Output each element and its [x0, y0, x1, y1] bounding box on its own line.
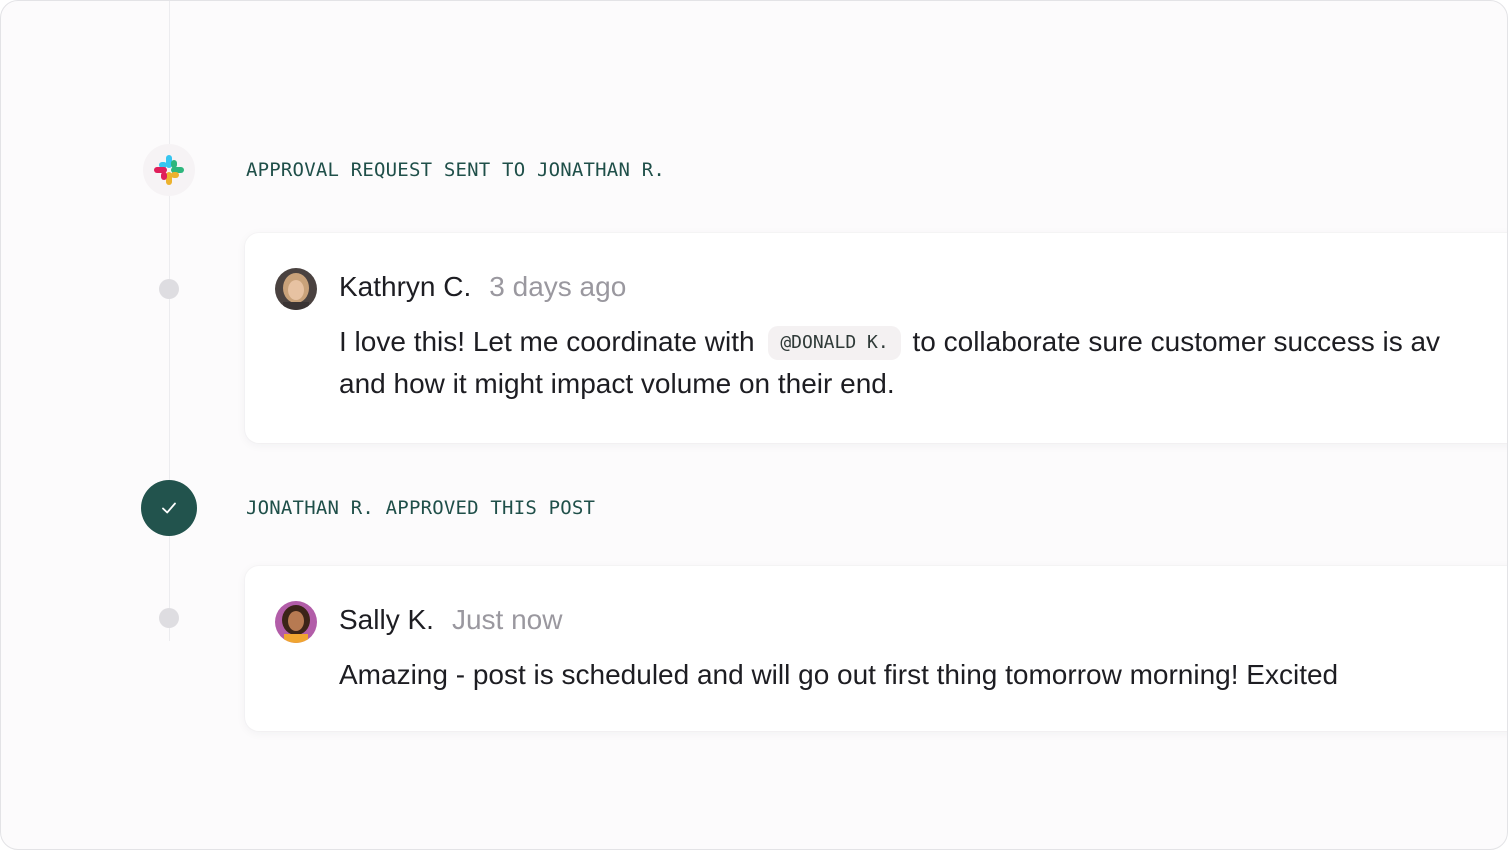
- avatar[interactable]: [275, 268, 317, 310]
- comment-card: Sally K. Just now Amazing - post is sche…: [245, 566, 1507, 731]
- event-approval-request-label: APPROVAL REQUEST SENT TO JONATHAN R.: [246, 159, 666, 181]
- comment-body: Amazing - post is scheduled and will go …: [339, 654, 1507, 696]
- comment-timestamp: 3 days ago: [489, 271, 627, 302]
- comment-body: I love this! Let me coordinate with @DON…: [339, 321, 1507, 405]
- slack-icon: [143, 144, 195, 196]
- comment-text: Amazing - post is scheduled and will go …: [339, 659, 1339, 690]
- timeline-dot: [159, 608, 179, 628]
- avatar[interactable]: [275, 601, 317, 643]
- comment-text: to collaborate sure customer success is …: [912, 326, 1441, 357]
- activity-timeline-panel: APPROVAL REQUEST SENT TO JONATHAN R. Kat…: [0, 0, 1508, 850]
- comment-header: Kathryn C. 3 days ago: [339, 271, 626, 303]
- comment-timestamp: Just now: [451, 604, 563, 635]
- timeline-line: [169, 1, 170, 641]
- comment-author[interactable]: Sally K.: [339, 604, 434, 636]
- timeline-dot: [159, 279, 179, 299]
- event-approved-label: JONATHAN R. APPROVED THIS POST: [246, 497, 596, 519]
- check-icon: [141, 480, 197, 536]
- mention-chip[interactable]: @DONALD K.: [768, 326, 901, 360]
- slack-logo: [154, 155, 184, 185]
- comment-card: Kathryn C. 3 days ago I love this! Let m…: [245, 233, 1507, 443]
- comment-header: Sally K. Just now: [339, 604, 562, 636]
- comment-text: I love this! Let me coordinate with: [339, 326, 755, 357]
- comment-author[interactable]: Kathryn C.: [339, 271, 471, 303]
- comment-text-line2: and how it might impact volume on their …: [339, 368, 895, 399]
